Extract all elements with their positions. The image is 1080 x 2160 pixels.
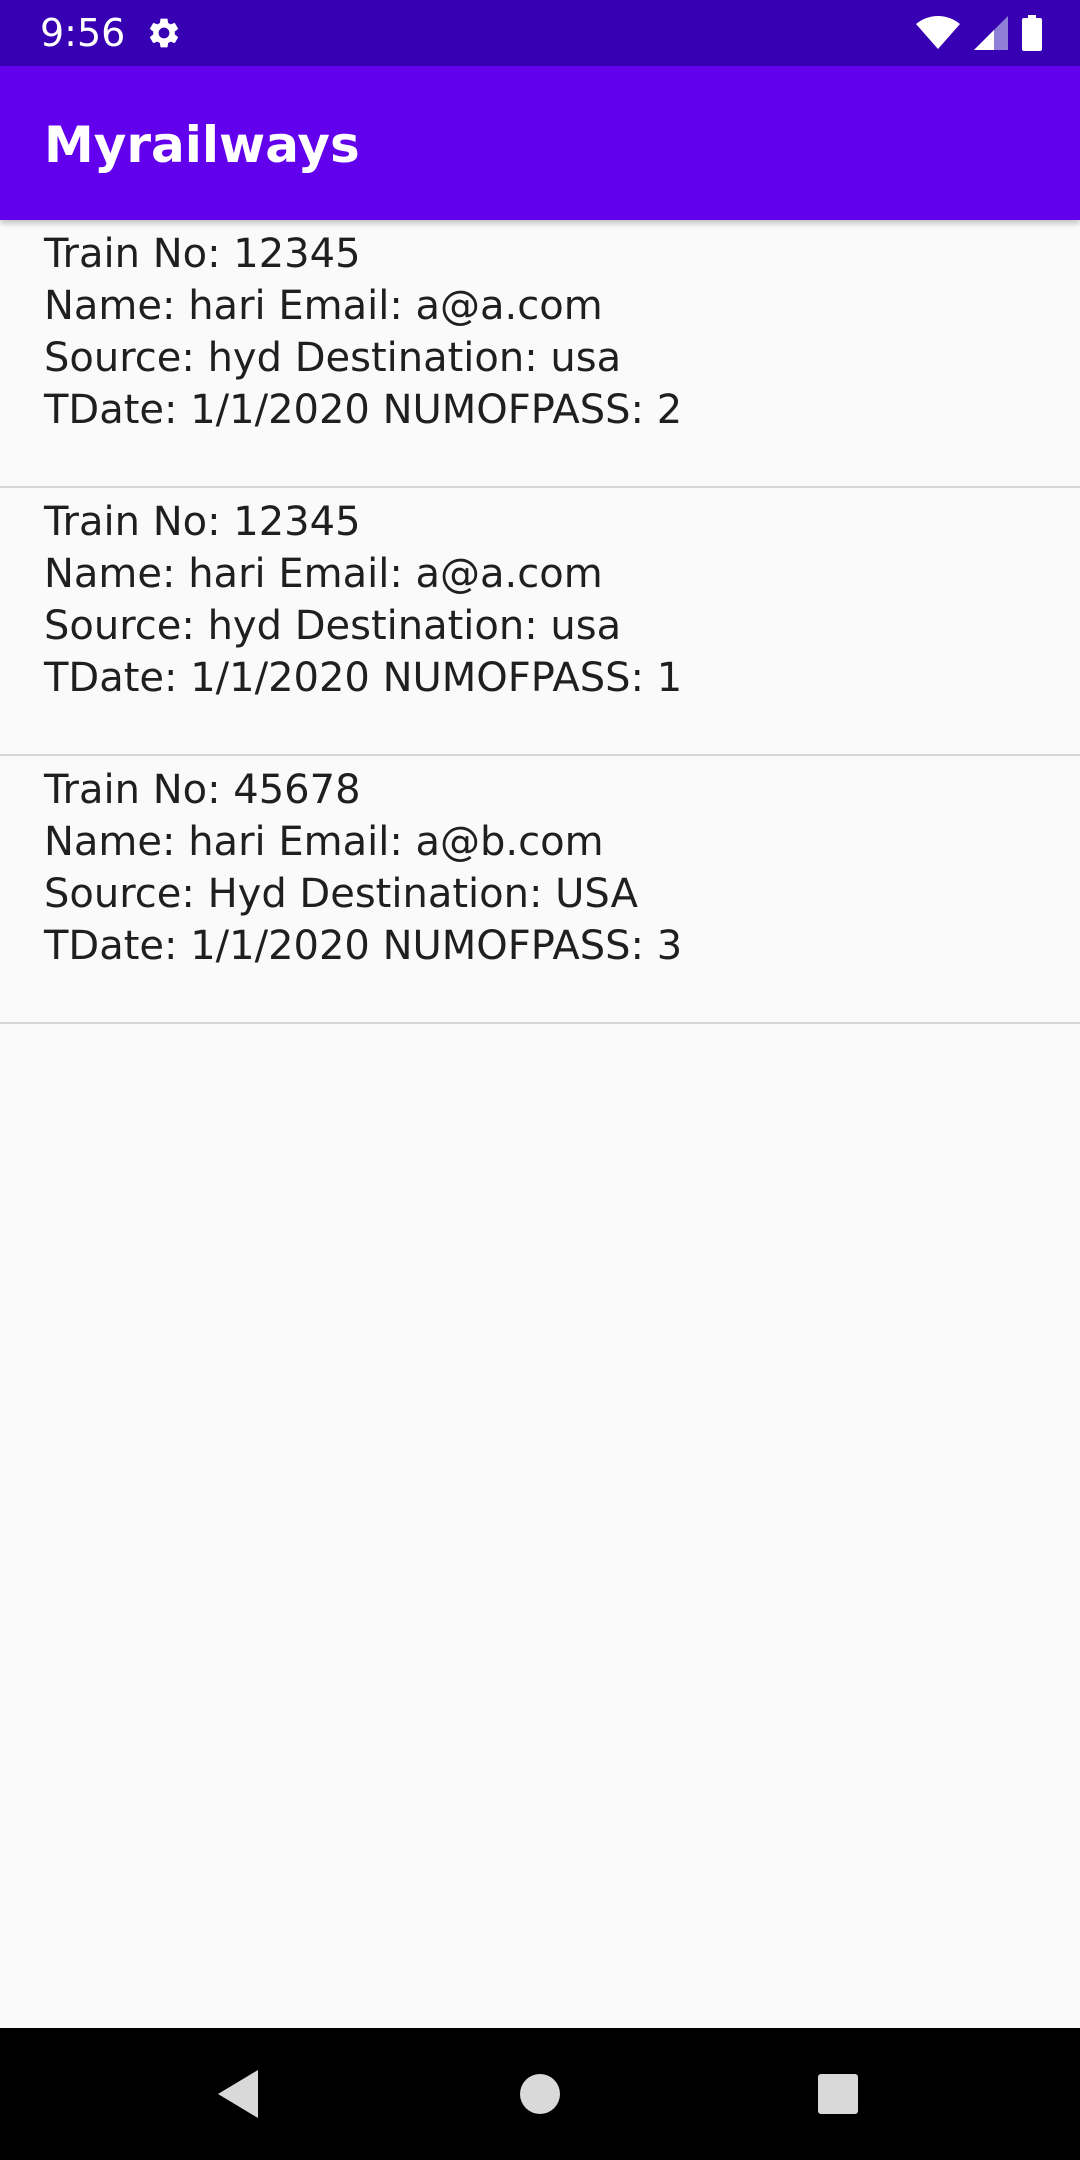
wifi-icon xyxy=(916,16,960,49)
train-number: Train No: 45678 xyxy=(44,767,361,813)
route: Source: hyd Destination: usa xyxy=(44,603,622,649)
route: Source: Hyd Destination: USA xyxy=(44,871,638,917)
gear-icon xyxy=(149,18,179,48)
list-item[interactable]: Train No: 12345 Name: hari Email: a@a.co… xyxy=(0,488,1080,756)
list-item[interactable]: Train No: 45678 Name: hari Email: a@b.co… xyxy=(0,756,1080,1024)
status-bar: 9:56 xyxy=(0,0,1080,66)
home-icon[interactable] xyxy=(510,2064,570,2124)
passenger-name-email: Name: hari Email: a@a.com xyxy=(44,551,603,597)
passenger-name-email: Name: hari Email: a@a.com xyxy=(44,283,603,329)
passenger-name-email: Name: hari Email: a@b.com xyxy=(44,819,604,865)
train-number: Train No: 12345 xyxy=(44,231,361,277)
travel-date-passengers: TDate: 1/1/2020 NUMOFPASS: 2 xyxy=(44,387,683,433)
travel-date-passengers: TDate: 1/1/2020 NUMOFPASS: 1 xyxy=(44,655,683,701)
app-bar: Myrailways xyxy=(0,66,1080,220)
back-icon[interactable] xyxy=(210,2064,270,2124)
signal-icon xyxy=(974,16,1008,50)
train-number: Train No: 12345 xyxy=(44,499,361,545)
status-time: 9:56 xyxy=(40,11,126,55)
status-icons xyxy=(916,14,1042,52)
route: Source: hyd Destination: usa xyxy=(44,335,622,381)
navigation-bar xyxy=(0,2028,1080,2160)
booking-list: Train No: 12345 Name: hari Email: a@a.co… xyxy=(0,220,1080,1024)
battery-icon xyxy=(1022,15,1042,51)
travel-date-passengers: TDate: 1/1/2020 NUMOFPASS: 3 xyxy=(44,923,683,969)
recents-icon[interactable] xyxy=(808,2064,868,2124)
list-item[interactable]: Train No: 12345 Name: hari Email: a@a.co… xyxy=(0,220,1080,488)
app-title: Myrailways xyxy=(44,116,360,174)
